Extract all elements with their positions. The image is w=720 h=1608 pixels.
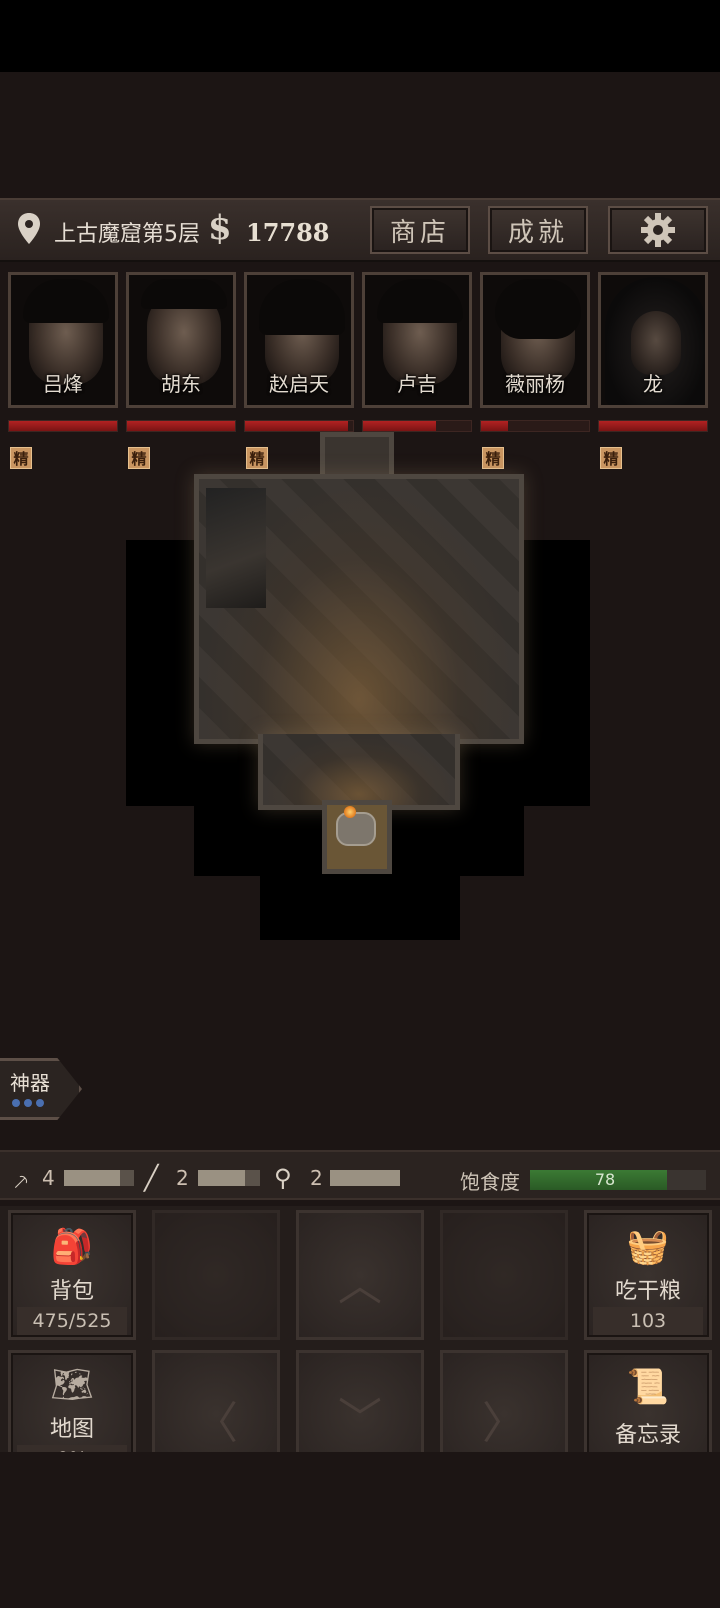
crowbar-durability-bar	[198, 1170, 260, 1186]
party-member-portrait[interactable]: 赵启天	[244, 272, 354, 408]
currency-icon: $	[208, 208, 232, 248]
move-up-button[interactable]: ︿	[296, 1210, 424, 1340]
chevron-down-icon: ﹀	[338, 1394, 382, 1445]
location-label: 上古魔窟第5层	[54, 222, 200, 247]
portrait-face	[631, 311, 681, 375]
hp-fill	[9, 421, 117, 431]
durability-fill	[330, 1170, 400, 1186]
satiety-label: 饱食度	[460, 1170, 520, 1194]
elite-badge: 精	[246, 447, 268, 469]
party-member-name: 薇丽杨	[505, 372, 565, 396]
elite-badge: 精	[482, 447, 504, 469]
shovel-icon: ⚲	[274, 1164, 292, 1192]
artifact-tab[interactable]: 神器	[0, 1058, 82, 1120]
bottom-area	[0, 1452, 720, 1608]
shop-button[interactable]: 商店	[370, 206, 470, 254]
shovel-durability-bar	[330, 1170, 400, 1186]
artifact-dot	[12, 1099, 20, 1107]
achievements-button[interactable]: 成就	[488, 206, 588, 254]
elite-badge: 精	[10, 447, 32, 469]
pickaxe-count: 4	[42, 1166, 55, 1190]
player-marker	[336, 812, 376, 846]
dungeon-room	[258, 734, 460, 810]
ration-count: 103	[593, 1307, 703, 1335]
party-member-name: 卢吉	[397, 372, 437, 396]
memo-book-icon: 📜	[626, 1367, 670, 1407]
settings-button[interactable]	[608, 206, 708, 254]
durability-fill	[198, 1170, 245, 1186]
hp-fill	[245, 421, 348, 431]
party-member-name: 龙	[643, 372, 663, 396]
backpack-button[interactable]: 🎒 背包 475/525	[8, 1210, 136, 1340]
shovel-count: 2	[310, 1166, 323, 1190]
party-member-name: 胡东	[161, 372, 201, 396]
party-member-name: 赵启天	[269, 372, 329, 396]
map-icon: 🗺	[50, 1365, 94, 1405]
hp-bar	[126, 420, 236, 432]
crowbar-icon: ╱	[144, 1164, 159, 1192]
unexplored-area	[260, 870, 460, 940]
empty-slot	[152, 1210, 280, 1340]
hp-bar	[244, 420, 354, 432]
artifact-dot	[36, 1099, 44, 1107]
ration-bag-icon: 🧺	[626, 1227, 670, 1267]
hp-fill	[599, 421, 707, 431]
corridor	[320, 432, 394, 480]
torch-icon	[344, 806, 356, 818]
location-pin-icon	[18, 213, 40, 244]
hp-fill	[363, 421, 437, 431]
hp-bar	[8, 420, 118, 432]
chevron-up-icon: ︿	[338, 1260, 382, 1311]
gear-icon	[641, 213, 675, 247]
chevron-right-icon: 〉	[482, 1398, 526, 1449]
hp-fill	[127, 421, 235, 431]
party-member-portrait[interactable]: 吕烽	[8, 272, 118, 408]
eat-ration-label: 吃干粮	[614, 1279, 681, 1304]
artifact-label: 神器	[10, 1071, 50, 1095]
crowbar-count: 2	[176, 1166, 189, 1190]
pickaxe-durability-bar	[64, 1170, 134, 1186]
artifact-dots	[12, 1099, 44, 1107]
game-screen: 上古魔窟第5层 $ 17788 商店 成就 吕烽 胡东 赵启天 卢吉 薇丽杨 龙…	[0, 0, 720, 1608]
party-member-portrait[interactable]: 卢吉	[362, 272, 472, 408]
elite-badge: 精	[128, 447, 150, 469]
money-value: 17788	[246, 218, 330, 247]
satiety-bar: 78	[530, 1170, 706, 1190]
backpack-label: 背包	[49, 1279, 94, 1304]
map-label: 地图	[49, 1417, 94, 1442]
portrait-hair	[495, 279, 581, 339]
party-member-portrait[interactable]: 薇丽杨	[480, 272, 590, 408]
backpack-icon: 🎒	[50, 1227, 94, 1267]
hp-bar	[598, 420, 708, 432]
portrait-hair	[377, 279, 463, 323]
eat-ration-button[interactable]: 🧺 吃干粮 103	[584, 1210, 712, 1340]
backpack-capacity: 475/525	[17, 1307, 127, 1335]
top-bar: 上古魔窟第5层 $ 17788 商店 成就	[0, 198, 720, 262]
hp-fill	[481, 421, 508, 431]
status-bar	[0, 0, 720, 72]
pickaxe-icon: ⸕	[12, 1167, 30, 1195]
satiety-value: 78	[594, 1170, 616, 1189]
portrait-hair	[23, 279, 109, 323]
artifact-dot	[24, 1099, 32, 1107]
party-member-portrait[interactable]: 胡东	[126, 272, 236, 408]
empty-slot	[440, 1210, 568, 1340]
portrait-hair	[141, 279, 227, 309]
memo-label: 备忘录	[614, 1423, 681, 1448]
hp-bar	[362, 420, 472, 432]
hp-bar	[480, 420, 590, 432]
party-member-name: 吕烽	[43, 372, 83, 396]
chevron-left-icon: 〈	[194, 1398, 238, 1449]
durability-fill	[64, 1170, 120, 1186]
bone-pile	[206, 488, 266, 608]
elite-badge: 精	[600, 447, 622, 469]
portrait-hair	[259, 279, 345, 335]
resource-bar: ⸕ 4 ╱ 2 ⚲ 2 饱食度 78	[0, 1150, 720, 1200]
control-panel: 🎒 背包 475/525 ︿ 🧺 吃干粮 103 🗺 地图 0% 〈 ﹀ 〉	[0, 1206, 720, 1478]
party-member-portrait[interactable]: 龙	[598, 272, 708, 408]
